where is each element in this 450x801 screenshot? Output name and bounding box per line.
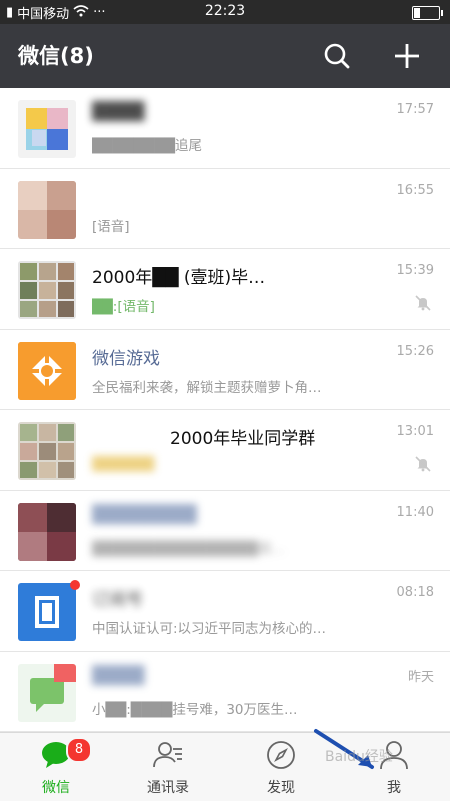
tab-label: 微信 <box>42 780 70 796</box>
chat-time: 13:01 <box>396 424 434 439</box>
status-time: 22:23 <box>204 3 246 19</box>
tab-label: 我 <box>387 780 401 796</box>
chat-list: ████ ████████追尾 17:57 [语音] 16:55 2000年██… <box>0 88 450 732</box>
chat-name: ████ <box>92 665 145 686</box>
avatar <box>18 180 76 239</box>
subscription-avatar <box>18 583 76 641</box>
contacts-icon <box>152 739 184 771</box>
chat-preview: ██:[语音] <box>92 299 155 315</box>
chat-name: 2000年██ (壹班)毕… <box>92 268 266 288</box>
avatar <box>18 663 76 722</box>
status-bar: ▮ 中国移动 ··· 22:23 <box>0 0 450 24</box>
game-avatar <box>18 341 76 400</box>
unread-dot <box>70 580 80 590</box>
chat-time: 16:55 <box>396 182 434 198</box>
avatar <box>18 261 76 319</box>
tab-label: 通讯录 <box>147 780 189 796</box>
chat-name: 订阅号 <box>92 590 143 610</box>
mute-bell-icon <box>414 455 432 473</box>
chat-name: ████ <box>92 102 145 122</box>
chat-row[interactable]: 2000年██ (壹班)毕… ██:[语音] 15:39 <box>0 249 450 330</box>
search-icon[interactable] <box>320 39 354 73</box>
chat-row[interactable]: ████ ████████追尾 17:57 <box>0 88 450 169</box>
chat-time: 15:39 <box>396 263 434 278</box>
avatar <box>18 422 76 480</box>
chat-preview: 小██:████挂号难，30万医生… <box>92 701 298 718</box>
chat-row[interactable]: 订阅号 中国认证认可:以习近平同志为核心的… 08:18 <box>0 571 450 652</box>
chat-name: ████████ <box>92 504 197 525</box>
page-title: 微信(8) <box>18 44 94 68</box>
chat-row[interactable]: ████ 小██:████挂号难，30万医生… 昨天 <box>0 652 450 732</box>
chat-time: 08:18 <box>396 585 434 600</box>
watermark: Baidu经验 <box>325 749 393 765</box>
chat-preview: ████████追尾 <box>92 138 203 154</box>
avatar <box>18 502 76 561</box>
compass-icon <box>265 739 297 771</box>
chat-row[interactable]: [语音] 16:55 <box>0 169 450 249</box>
unread-badge: 8 <box>66 737 92 763</box>
tab-label: 发现 <box>267 780 295 796</box>
chat-row[interactable]: 2000年毕业同学群 ██████ 13:01 <box>0 410 450 491</box>
tab-contacts[interactable]: 通讯录 <box>112 733 224 801</box>
mute-bell-icon <box>414 294 432 312</box>
app-header: 微信(8) <box>0 24 450 88</box>
plus-icon[interactable] <box>390 39 424 73</box>
chat-time: 昨天 <box>407 669 434 685</box>
chat-name: 微信游戏 <box>92 348 160 369</box>
chat-row[interactable]: 微信游戏 全民福利来袭，解锁主题获赠萝卜角… 15:26 <box>0 330 450 410</box>
tab-chats[interactable]: 8 微信 <box>0 733 112 801</box>
chat-time: 17:57 <box>396 102 434 117</box>
chat-preview: 全民福利来袭，解锁主题获赠萝卜角… <box>92 379 322 396</box>
battery-icon <box>412 6 443 20</box>
tab-bar: 8 微信 通讯录 发现 我 <box>0 729 450 801</box>
chat-time: 15:26 <box>396 343 434 359</box>
chat-preview: ████████████████眉… <box>92 540 286 557</box>
chat-preview: ██████ <box>92 456 155 472</box>
chat-row[interactable]: ████████ ████████████████眉… 11:40 <box>0 491 450 571</box>
chat-preview: [语音] <box>92 218 130 235</box>
chat-time: 11:40 <box>396 504 434 520</box>
avatar <box>18 100 76 158</box>
chat-preview: 中国认证认可:以习近平同志为核心的… <box>92 621 327 637</box>
chat-name: 2000年毕业同学群 <box>170 429 316 449</box>
